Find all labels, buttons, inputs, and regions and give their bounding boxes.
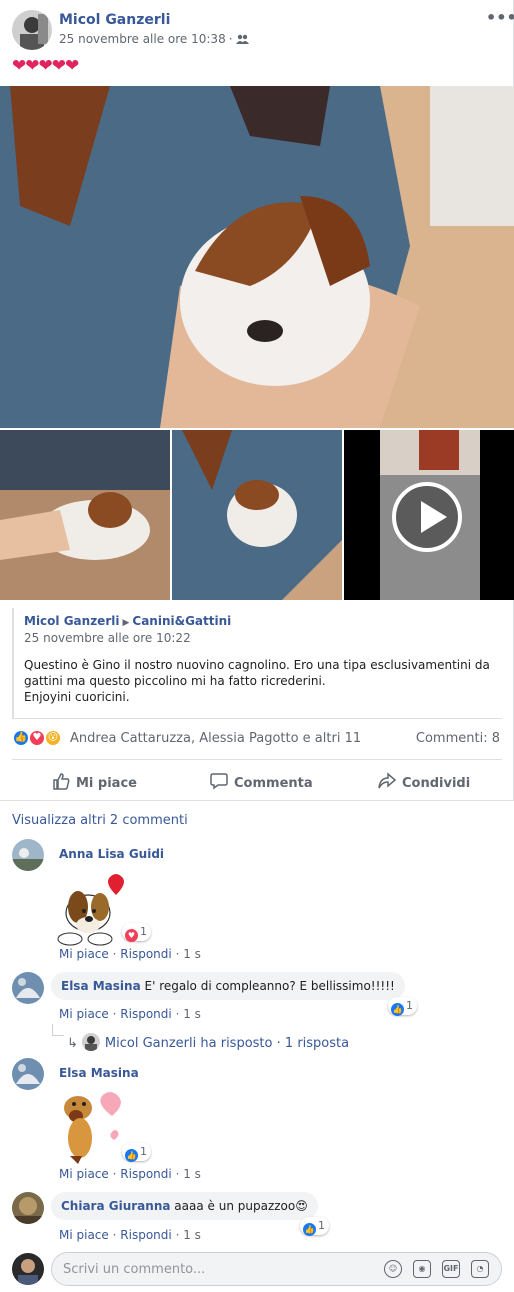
reply-arrow-icon: ↳ <box>67 1036 78 1051</box>
comment-button[interactable]: Commenta <box>210 772 313 791</box>
like-button[interactable]: Mi piace <box>52 772 137 791</box>
comment-actions: Mi piace · Rispondi · 1 s <box>59 1167 201 1181</box>
comment-like[interactable]: Mi piace <box>59 1007 109 1021</box>
dog-hearts-sticker <box>50 1086 130 1166</box>
comments-section: Visualizza altri 2 commenti Anna Lisa Gu… <box>0 801 514 1292</box>
share-icon <box>378 772 396 789</box>
puppy-photo <box>0 86 514 428</box>
comment-like[interactable]: Mi piace <box>59 1228 109 1242</box>
view-more-comments[interactable]: Visualizza altri 2 commenti <box>12 813 188 828</box>
comment-input[interactable]: Scrivi un commento... ☺ ◉ GIF ◔ <box>51 1252 502 1286</box>
comment-placeholder: Scrivi un commento... <box>63 1262 206 1277</box>
shared-group[interactable]: Canini&Gattini <box>132 614 231 628</box>
comment-time[interactable]: 1 s <box>183 1167 201 1181</box>
thumbs-up-icon <box>53 773 70 790</box>
comment-time[interactable]: 1 s <box>183 1007 201 1021</box>
reaction-badge[interactable]: 👍 1 <box>122 1143 151 1162</box>
gif-icon[interactable]: GIF <box>442 1260 460 1278</box>
reply-connector <box>52 1024 64 1036</box>
comment-author[interactable]: Chiara Giuranna <box>61 1199 170 1213</box>
post-meta: 25 novembre alle ore 10:38 · <box>59 32 249 46</box>
like-icon: 👍 <box>303 1223 316 1236</box>
reaction-badge[interactable]: ♥ 1 <box>122 923 151 942</box>
comment-reply[interactable]: Rispondi <box>120 947 171 961</box>
reaction-badge[interactable]: 👍 1 <box>388 997 417 1016</box>
sticker-icon[interactable]: ◔ <box>471 1260 489 1278</box>
commenter-avatar[interactable] <box>12 839 44 871</box>
like-icon: 👍 <box>391 1003 404 1016</box>
reply-avatar <box>81 1033 100 1051</box>
comment-reply[interactable]: Rispondi <box>120 1007 171 1021</box>
share-button[interactable]: Condividi <box>378 772 470 791</box>
shared-post: Micol Ganzerli ▶ Canini&Gattini 25 novembr… <box>12 608 502 719</box>
video-thumb[interactable] <box>344 430 514 600</box>
beagle-heart-sticker <box>50 871 130 949</box>
action-bar: Mi piace Commenta Condividi <box>12 759 502 801</box>
puppy-thumb-1 <box>0 430 170 600</box>
emoji-icon[interactable]: ☺ <box>384 1260 402 1278</box>
comment-reply[interactable]: Rispondi <box>120 1167 171 1181</box>
wow-icon: 😮 <box>44 729 62 747</box>
comment-author[interactable]: Anna Lisa Guidi <box>59 847 164 861</box>
comment-bubble: Chiara Giuranna aaaa è un pupazzoo😍 <box>51 1192 318 1220</box>
main-photo[interactable] <box>0 86 514 428</box>
love-icon: ♥ <box>125 929 138 942</box>
play-icon[interactable] <box>392 482 462 552</box>
comment-author[interactable]: Elsa Masina <box>59 1066 139 1080</box>
shared-author[interactable]: Micol Ganzerli <box>24 614 119 628</box>
comment-actions: Mi piace · Rispondi · 1 s <box>59 1228 201 1242</box>
comment-text: E' regalo di compleanno? E bellissimo!!!… <box>144 979 395 993</box>
author-avatar[interactable] <box>12 10 52 50</box>
comment-bubble: Elsa Masina E' regalo di compleanno? E b… <box>51 972 405 1000</box>
commenter-avatar[interactable] <box>12 1192 44 1224</box>
triangle-right-icon: ▶ <box>122 618 130 628</box>
photo-thumb-2[interactable] <box>172 430 342 600</box>
commenter-avatar[interactable] <box>12 1058 44 1090</box>
shared-text: Questino è Gino il nostro nuovino cagnol… <box>24 658 490 704</box>
post-card: Micol Ganzerli 25 novembre alle ore 10:3… <box>0 0 514 801</box>
like-icon: 👍 <box>12 729 30 747</box>
reaction-badge[interactable]: 👍 1 <box>300 1217 329 1236</box>
comment-author[interactable]: Elsa Masina <box>61 979 141 993</box>
reply-thread-link[interactable]: ↳ Micol Ganzerli ha risposto · 1 risposta <box>67 1033 349 1051</box>
current-user-avatar[interactable] <box>12 1253 44 1285</box>
comment-time[interactable]: 1 s <box>183 947 201 961</box>
love-icon: ♥ <box>28 729 46 747</box>
comment-label: Commenta <box>234 776 313 791</box>
shared-date[interactable]: 25 novembre alle ore 10:22 <box>24 631 191 645</box>
post-date[interactable]: 25 novembre alle ore 10:38 <box>59 32 226 46</box>
comment-like[interactable]: Mi piace <box>59 947 109 961</box>
friends-icon[interactable] <box>235 34 249 44</box>
comment-like[interactable]: Mi piace <box>59 1167 109 1181</box>
author-name[interactable]: Micol Ganzerli <box>59 12 170 28</box>
comments-count[interactable]: Commenti: 8 <box>416 731 500 746</box>
comment-time[interactable]: 1 s <box>183 1228 201 1242</box>
comment-icon <box>210 773 228 790</box>
like-icon: 👍 <box>125 1149 138 1162</box>
puppy-thumb-2 <box>172 430 342 600</box>
post-text: ❤❤❤❤❤ <box>12 56 79 76</box>
meta-separator: · <box>228 32 233 46</box>
camera-icon[interactable]: ◉ <box>413 1260 431 1278</box>
comment-reply[interactable]: Rispondi <box>120 1228 171 1242</box>
like-label: Mi piace <box>76 776 137 791</box>
shared-header: Micol Ganzerli ▶ Canini&Gattini <box>24 614 231 628</box>
comment-text: aaaa è un pupazzoo😍 <box>174 1199 308 1213</box>
commenter-avatar[interactable] <box>12 972 44 1004</box>
share-label: Condividi <box>402 776 471 791</box>
reaction-names[interactable]: Andrea Cattaruzza, Alessia Pagotto e alt… <box>70 731 361 746</box>
comment-actions: Mi piace · Rispondi · 1 s <box>59 947 201 961</box>
comment-input-icons: ☺ ◉ GIF ◔ <box>384 1260 489 1278</box>
comment-actions: Mi piace · Rispondi · 1 s <box>59 1007 201 1021</box>
post-menu-button[interactable]: ••• <box>486 8 514 27</box>
photo-thumb-1[interactable] <box>0 430 170 600</box>
